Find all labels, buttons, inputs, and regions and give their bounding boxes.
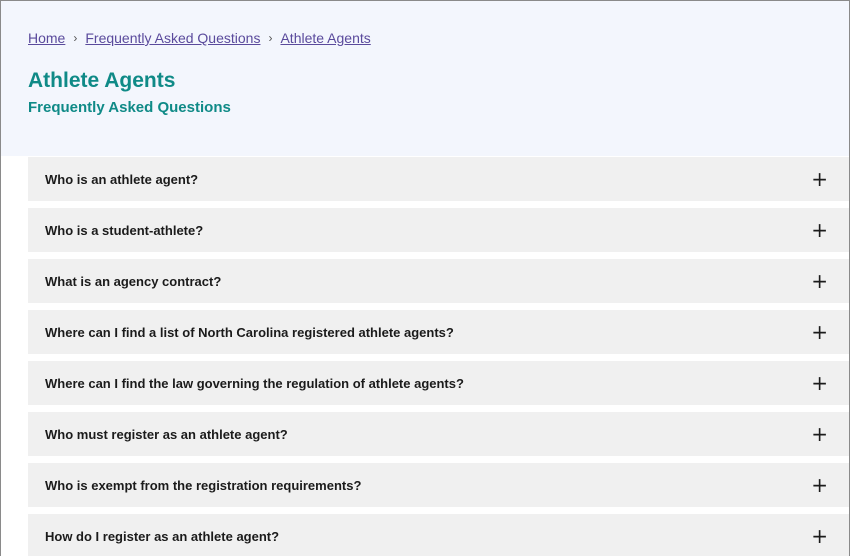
- breadcrumb-home-link[interactable]: Home: [28, 30, 65, 46]
- page-header: Home › Frequently Asked Questions › Athl…: [1, 1, 849, 156]
- plus-icon[interactable]: +: [811, 322, 828, 342]
- faq-item[interactable]: Who is an athlete agent? +: [28, 157, 849, 201]
- breadcrumb: Home › Frequently Asked Questions › Athl…: [28, 29, 849, 47]
- breadcrumb-faq-link[interactable]: Frequently Asked Questions: [85, 30, 260, 46]
- breadcrumb-separator: ›: [268, 31, 273, 45]
- faq-question: Who must register as an athlete agent?: [45, 426, 288, 442]
- faq-question: What is an agency contract?: [45, 273, 222, 289]
- faq-item[interactable]: What is an agency contract? +: [28, 259, 849, 303]
- plus-icon[interactable]: +: [811, 169, 828, 189]
- faq-item[interactable]: Where can I find the law governing the r…: [28, 361, 849, 405]
- page-title: Athlete Agents: [28, 69, 176, 92]
- faq-question: Who is a student-athlete?: [45, 222, 204, 238]
- faq-item[interactable]: Who is exempt from the registration requ…: [28, 463, 849, 507]
- plus-icon[interactable]: +: [811, 424, 828, 444]
- plus-icon[interactable]: +: [811, 475, 828, 495]
- plus-icon[interactable]: +: [811, 271, 828, 291]
- plus-icon[interactable]: +: [811, 373, 828, 393]
- faq-question: Who is an athlete agent?: [45, 171, 199, 187]
- breadcrumb-athlete-agents-link[interactable]: Athlete Agents: [280, 30, 370, 46]
- page-frame: Home › Frequently Asked Questions › Athl…: [0, 0, 850, 556]
- page-subtitle: Frequently Asked Questions: [28, 99, 231, 116]
- faq-accordion: Who is an athlete agent? + Who is a stud…: [1, 156, 849, 556]
- breadcrumb-separator: ›: [73, 31, 78, 45]
- faq-question: Who is exempt from the registration requ…: [45, 477, 362, 493]
- faq-item[interactable]: Who is a student-athlete? +: [28, 208, 849, 252]
- plus-icon[interactable]: +: [811, 526, 828, 546]
- plus-icon[interactable]: +: [811, 220, 828, 240]
- faq-question: Where can I find the law governing the r…: [45, 375, 464, 391]
- faq-item[interactable]: Who must register as an athlete agent? +: [28, 412, 849, 456]
- faq-item[interactable]: How do I register as an athlete agent? +: [28, 514, 849, 556]
- faq-item[interactable]: Where can I find a list of North Carolin…: [28, 310, 849, 354]
- faq-question: How do I register as an athlete agent?: [45, 528, 280, 544]
- faq-question: Where can I find a list of North Carolin…: [45, 324, 454, 340]
